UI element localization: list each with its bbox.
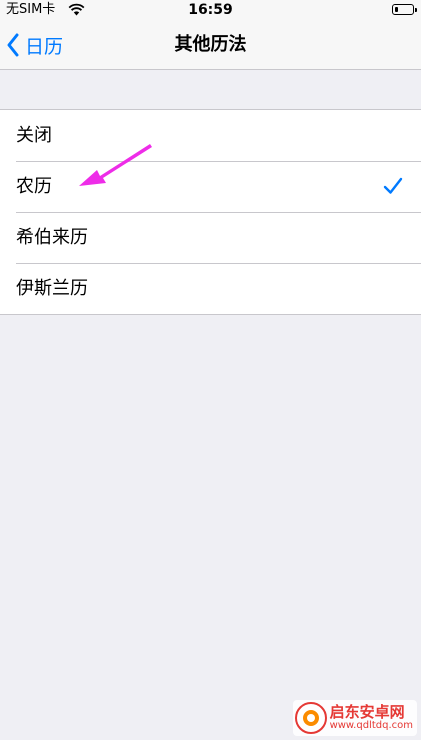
option-lunar[interactable]: 农历 — [0, 161, 421, 212]
option-label: 伊斯兰历 — [16, 278, 88, 299]
option-label: 关闭 — [16, 125, 52, 146]
back-button[interactable]: 日历 — [6, 28, 63, 62]
option-label: 希伯来历 — [16, 227, 88, 248]
clock: 16:59 — [188, 2, 233, 18]
watermark-url: www.qdltdq.com — [329, 719, 413, 731]
watermark-name: 启东安卓网 — [329, 702, 405, 721]
calendar-options-list: 关闭 农历 希伯来历 伊斯兰历 — [0, 109, 421, 315]
checkmark-icon — [383, 177, 403, 194]
chevron-left-icon — [7, 33, 19, 57]
watermark-logo-icon — [294, 702, 327, 734]
option-hebrew[interactable]: 希伯来历 — [0, 212, 421, 263]
option-label: 农历 — [16, 176, 52, 197]
option-off[interactable]: 关闭 — [0, 110, 421, 161]
navigation-bar: 其他历法 日历 — [0, 20, 421, 70]
option-islamic[interactable]: 伊斯兰历 — [0, 263, 421, 314]
status-bar: 无SIM卡 16:59 — [0, 0, 421, 20]
battery-icon — [392, 4, 417, 15]
watermark: 启东安卓网 www.qdltdq.com — [292, 700, 417, 736]
page-title: 其他历法 — [174, 34, 247, 55]
back-button-label: 日历 — [25, 35, 64, 58]
